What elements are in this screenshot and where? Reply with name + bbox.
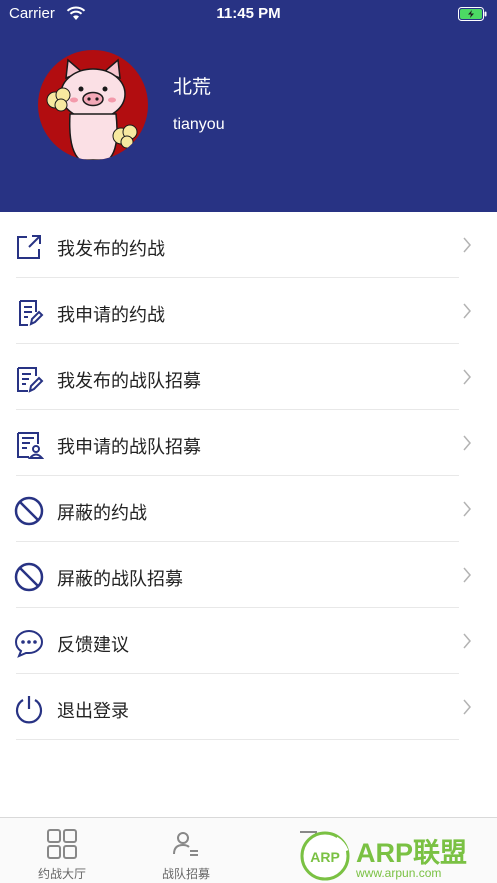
- chat-bubble-icon: [14, 629, 44, 658]
- avatar[interactable]: [38, 50, 148, 160]
- menu-item-my-published-battles[interactable]: 我发布的约战: [0, 212, 497, 278]
- menu-item-my-applied-recruitment[interactable]: 我申请的战队招募: [0, 410, 497, 476]
- profile-header: Carrier 11:45 PM 北荒 tianyou: [0, 0, 497, 212]
- tab-team-recruitment[interactable]: 战队招募: [124, 818, 248, 883]
- user-display-name: 北荒: [173, 76, 212, 98]
- tab-label: 约战大厅: [37, 867, 86, 881]
- chevron-right-icon: [463, 501, 471, 517]
- document-user-icon: [17, 432, 44, 459]
- menu-item-label: 我发布的约战: [57, 239, 165, 260]
- chevron-right-icon: [463, 699, 471, 715]
- menu-item-blocked-recruitment[interactable]: 屏蔽的战队招募: [0, 542, 497, 608]
- menu-item-label: 我发布的战队招募: [57, 371, 201, 392]
- menu-item-label: 退出登录: [57, 701, 129, 722]
- watermark: ARP ARP联盟 www.arpun.com: [298, 829, 497, 883]
- menu-item-label: 屏蔽的战队招募: [57, 569, 183, 590]
- menu-item-my-published-recruitment[interactable]: 我发布的战队招募: [0, 344, 497, 410]
- battery-icon: [458, 7, 487, 21]
- chevron-right-icon: [463, 369, 471, 385]
- block-icon: [14, 496, 44, 526]
- chevron-right-icon: [463, 303, 471, 319]
- chevron-right-icon: [463, 435, 471, 451]
- chevron-right-icon: [463, 567, 471, 583]
- menu-item-label: 我申请的战队招募: [57, 437, 201, 458]
- arp-logo-icon: ARP: [300, 831, 350, 881]
- user-list-icon: [173, 832, 198, 856]
- menu-item-label: 我申请的约战: [57, 305, 165, 326]
- watermark-url: www.arpun.com: [356, 866, 442, 880]
- chevron-right-icon: [463, 237, 471, 253]
- status-time: 11:45 PM: [216, 5, 281, 22]
- status-bar: Carrier 11:45 PM: [0, 0, 497, 30]
- menu-item-label: 反馈建议: [57, 635, 129, 656]
- profile-menu: 我发布的约战 我申请的约战 我发布的战队招募 我申请的战队招募 屏蔽的约战 屏蔽…: [0, 212, 497, 740]
- menu-item-blocked-battles[interactable]: 屏蔽的约战: [0, 476, 497, 542]
- chevron-right-icon: [463, 633, 471, 649]
- menu-item-logout[interactable]: 退出登录: [0, 674, 497, 740]
- user-username: tianyou: [173, 116, 225, 133]
- menu-item-label: 屏蔽的约战: [57, 503, 147, 524]
- tab-label: 战队招募: [161, 867, 210, 881]
- watermark-badge: ARP: [310, 849, 340, 865]
- divider: [16, 739, 459, 740]
- document-pen-icon: [17, 367, 44, 393]
- block-icon: [14, 562, 44, 592]
- document-edit-icon: [19, 300, 44, 326]
- menu-item-feedback[interactable]: 反馈建议: [0, 608, 497, 674]
- watermark-brand: ARP联盟: [356, 838, 468, 868]
- external-link-icon: [17, 235, 41, 259]
- pig-avatar-image: [46, 58, 138, 160]
- menu-item-my-applied-battles[interactable]: 我申请的约战: [0, 278, 497, 344]
- profile-screen: Carrier 11:45 PM 北荒 tianyou 我发布的约战 我申请的约…: [0, 0, 497, 883]
- grid-icon: [47, 829, 77, 859]
- power-icon: [15, 696, 43, 724]
- tab-battle-hall[interactable]: 约战大厅: [0, 818, 124, 883]
